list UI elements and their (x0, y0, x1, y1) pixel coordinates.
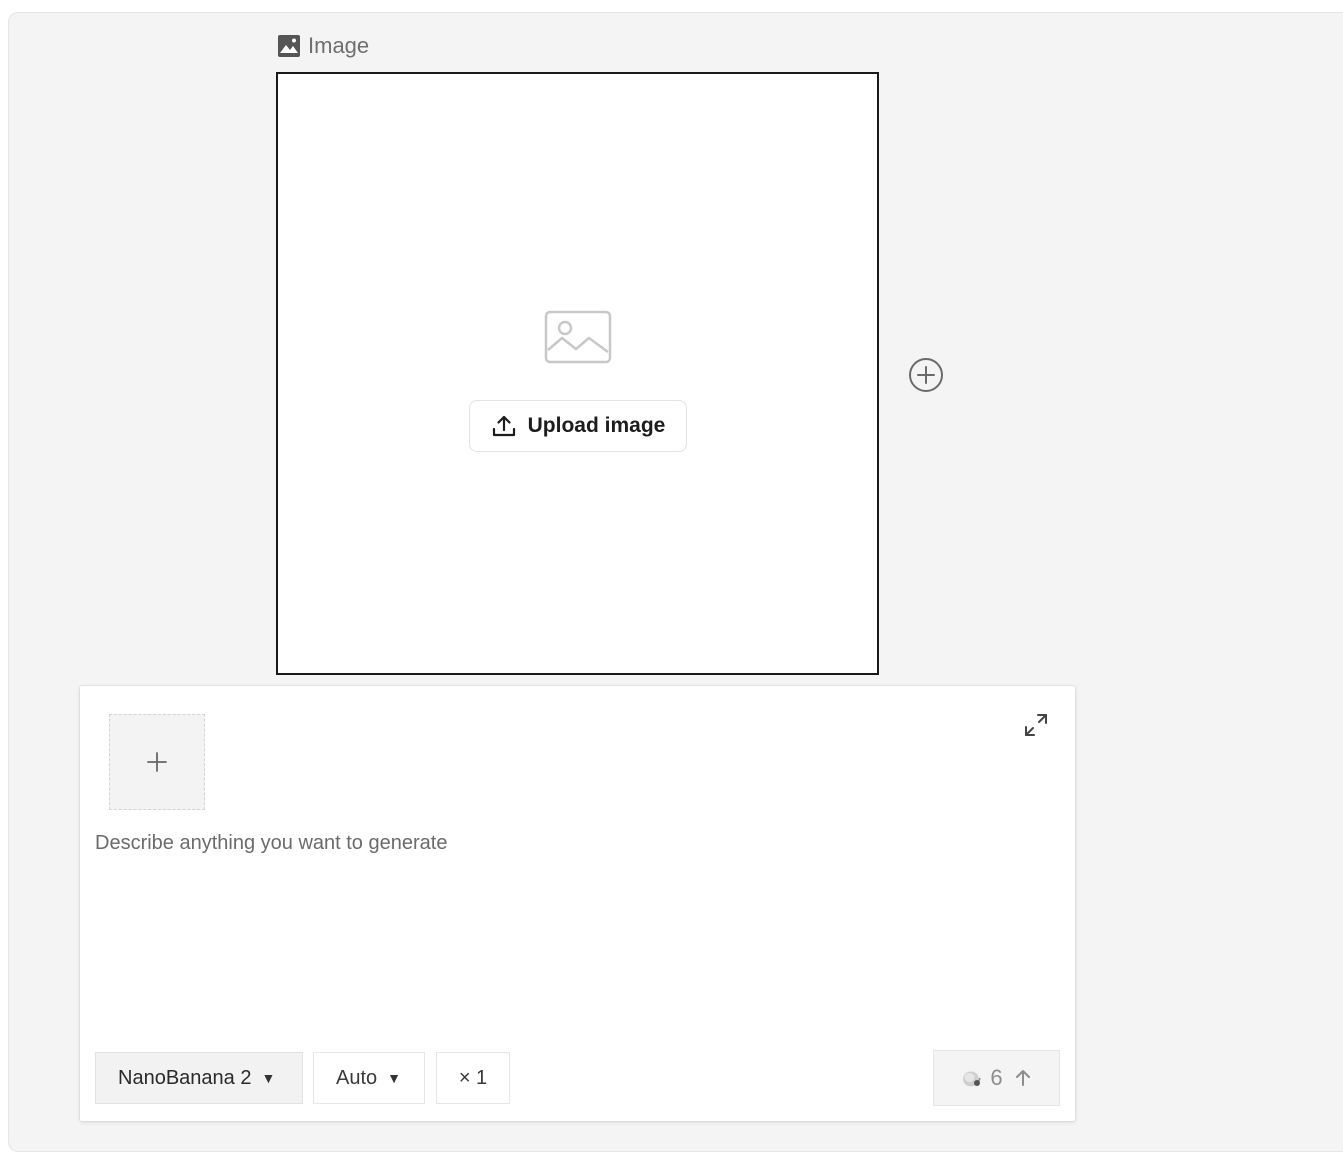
add-reference-button[interactable] (109, 714, 205, 810)
expand-icon[interactable] (1021, 710, 1051, 740)
generate-button[interactable]: 6 (933, 1050, 1060, 1106)
plus-circle-icon[interactable] (908, 357, 944, 393)
plus-icon (147, 752, 167, 772)
credit-icon (963, 1071, 982, 1087)
aspect-select[interactable]: Auto ▼ (313, 1052, 425, 1104)
arrow-up-icon (1015, 1070, 1030, 1086)
chevron-down-icon: ▼ (387, 1070, 402, 1086)
credit-cost: 6 (990, 1065, 1003, 1090)
count-select-value: × 1 (458, 1066, 488, 1089)
prompt-input[interactable] (95, 832, 1055, 1032)
prompt-panel: NanoBanana 2 ▼ Auto ▼ × 1 6 (80, 686, 1075, 1121)
upload-image-label: Upload image (527, 414, 666, 437)
image-node-header: Image (277, 33, 370, 58)
model-select-value: NanoBanana 2 (118, 1066, 252, 1089)
image-node[interactable]: Upload image (276, 72, 879, 675)
image-icon (278, 35, 300, 57)
image-node-title: Image (308, 33, 370, 58)
chevron-down-icon: ▼ (261, 1070, 276, 1086)
aspect-select-value: Auto (336, 1066, 378, 1089)
image-placeholder-icon (544, 310, 612, 364)
upload-image-button[interactable]: Upload image (469, 400, 687, 452)
count-select[interactable]: × 1 (436, 1052, 510, 1104)
upload-icon (492, 415, 515, 437)
model-select[interactable]: NanoBanana 2 ▼ (95, 1052, 303, 1104)
